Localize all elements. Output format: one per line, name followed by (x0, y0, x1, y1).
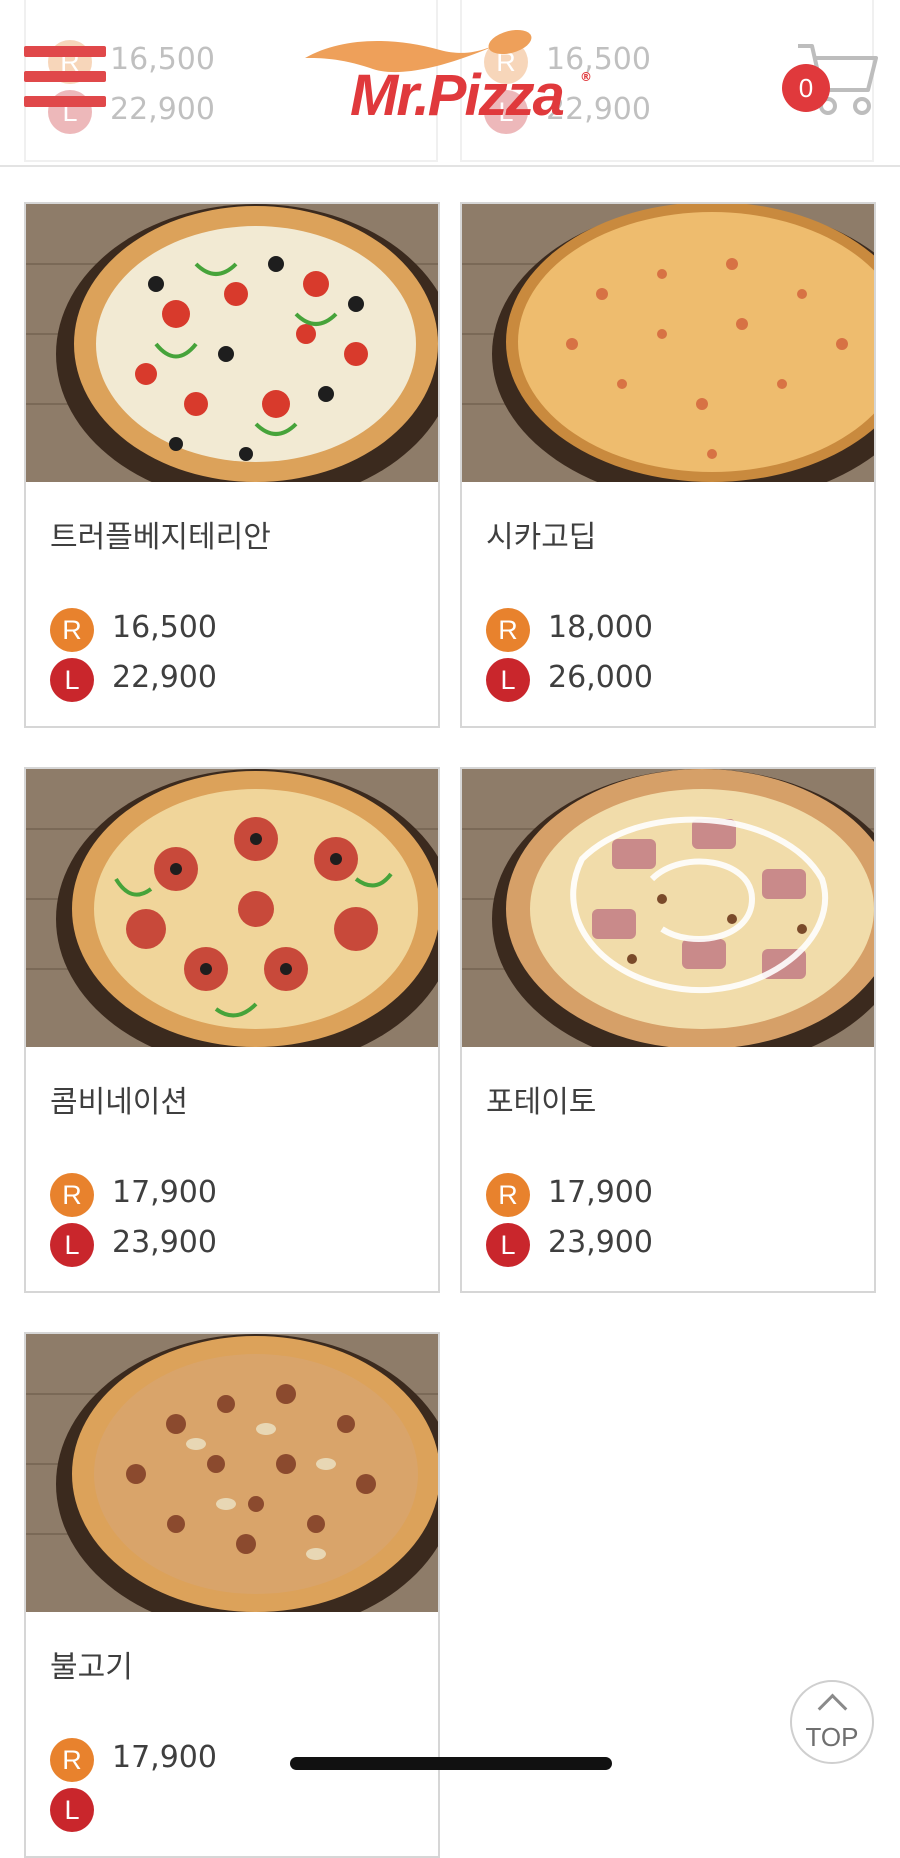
pizza-image-icon (462, 769, 874, 1047)
product-card[interactable]: 불고기 R 17,900 L (24, 1332, 440, 1858)
cart-count-badge: 0 (782, 64, 830, 112)
pizza-photo (26, 1334, 438, 1612)
regular-price: 17,900 (112, 1740, 217, 1775)
regular-size-badge: R (50, 1173, 94, 1217)
cart-button[interactable]: 0 (782, 40, 882, 120)
regular-price: 17,900 (548, 1175, 653, 1210)
pizza-photo (462, 769, 874, 1047)
large-price: 22,900 (112, 660, 217, 695)
large-price: 23,900 (112, 1225, 217, 1260)
hamburger-icon (24, 71, 106, 82)
product-card[interactable]: 트러플베지테리안 R 16,500 L 22,900 (24, 202, 440, 728)
app-header: R 16,500 L 22,900 R 16,500 L 22,900 Mr.P… (0, 0, 900, 167)
large-size-badge: L (486, 1223, 530, 1267)
scroll-to-top-button[interactable]: TOP (790, 1680, 874, 1764)
pizza-image-icon (26, 1334, 438, 1612)
hamburger-icon (24, 46, 106, 57)
pizza-image-icon (26, 769, 438, 1047)
regular-price: 18,000 (548, 610, 653, 645)
product-card[interactable]: 콤비네이션 R 17,900 L 23,900 (24, 767, 440, 1293)
home-indicator[interactable] (290, 1757, 612, 1770)
product-name: 시카고딥 (486, 520, 597, 555)
regular-price: 16,500 (112, 610, 217, 645)
product-card[interactable]: 시카고딥 R 18,000 L 26,000 (460, 202, 876, 728)
regular-size-badge: R (50, 1738, 94, 1782)
large-price: 22,900 (110, 92, 215, 127)
product-name: 트러플베지테리안 (50, 520, 271, 555)
logo-text: Mr.Pizza (350, 63, 565, 128)
product-name: 콤비네이션 (50, 1085, 188, 1120)
pizza-photo (462, 204, 874, 482)
pizza-image-icon (462, 204, 874, 482)
regular-price: 17,900 (112, 1175, 217, 1210)
pizza-image-icon (26, 204, 438, 482)
large-price: 23,900 (548, 1225, 653, 1260)
pizza-photo (26, 204, 438, 482)
regular-size-badge: R (50, 608, 94, 652)
large-size-badge: L (50, 658, 94, 702)
menu-button[interactable] (24, 46, 106, 108)
product-name: 불고기 (50, 1650, 133, 1685)
pizza-photo (26, 769, 438, 1047)
large-price: 26,000 (548, 660, 653, 695)
large-size-badge: L (50, 1788, 94, 1832)
regular-size-badge: R (486, 1173, 530, 1217)
top-button-label: TOP (805, 1722, 859, 1752)
product-card[interactable]: 포테이토 R 17,900 L 23,900 (460, 767, 876, 1293)
product-name: 포테이토 (486, 1085, 597, 1120)
chevron-up-icon (817, 1693, 848, 1724)
hamburger-icon (24, 96, 106, 107)
regular-price: 16,500 (110, 42, 215, 77)
large-size-badge: L (486, 658, 530, 702)
regular-size-badge: R (486, 608, 530, 652)
large-size-badge: L (50, 1223, 94, 1267)
registered-mark: ® (580, 70, 592, 84)
brand-logo[interactable]: Mr.Pizza ® (300, 28, 600, 128)
